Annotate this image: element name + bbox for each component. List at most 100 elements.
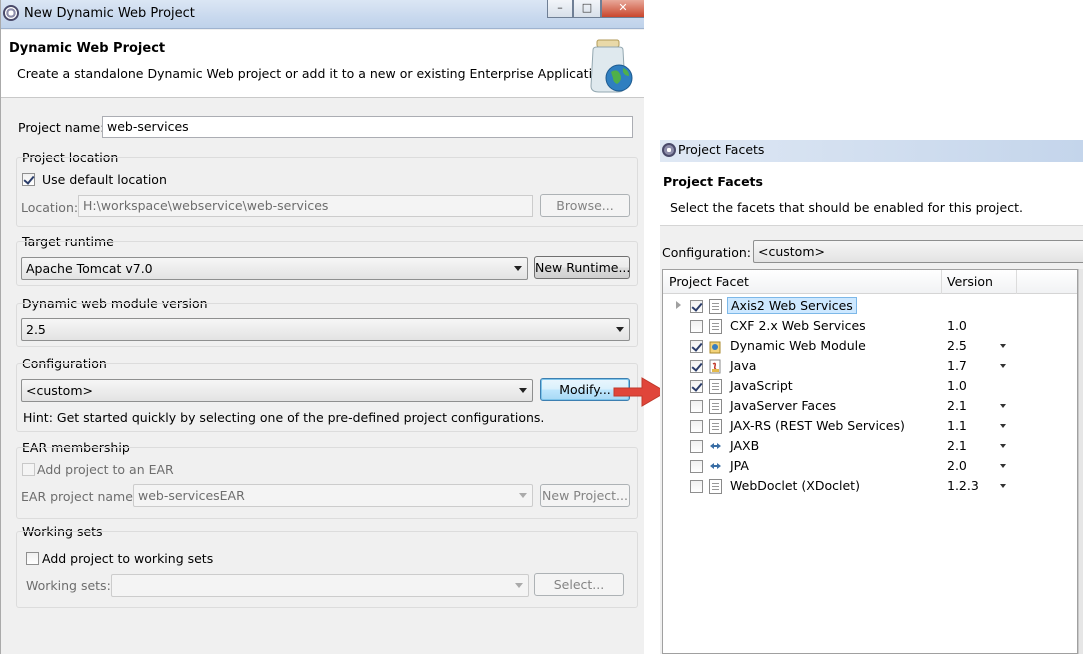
add-to-ear-label: Add project to an EAR [37,462,174,477]
facet-checkbox[interactable] [690,460,703,473]
facet-name: JAXB [730,438,760,453]
chevron-down-icon [519,388,527,393]
table-row[interactable]: JavaScript 1.0 [663,376,1077,396]
facet-version: 1.2.3 [947,478,979,493]
window-title: New Dynamic Web Project [24,6,195,21]
facets-table-header: Project Facet Version [663,270,1077,294]
web-module-version-value: 2.5 [26,322,46,337]
facets-header: Project Facets Select the facets that sh… [660,162,1083,226]
facet-version: 2.1 [947,398,967,413]
new-runtime-button[interactable]: New Runtime... [534,256,630,279]
title-bar: New Dynamic Web Project – □ ✕ [1,0,644,29]
facet-checkbox[interactable] [690,400,703,413]
working-sets-select[interactable] [111,574,529,597]
table-scrollbar[interactable] [1078,269,1083,654]
facet-column-header[interactable]: Project Facet [669,274,749,289]
table-row[interactable]: JAX-RS (REST Web Services) 1.1 [663,416,1077,436]
facet-checkbox[interactable] [690,340,703,353]
target-runtime-select[interactable]: Apache Tomcat v7.0 [21,257,528,280]
version-dropdown-icon[interactable] [1000,344,1006,348]
eclipse-icon [3,5,19,21]
web-module-icon [709,341,721,354]
facet-checkbox[interactable] [690,480,703,493]
version-dropdown-icon[interactable] [1000,364,1006,368]
table-row[interactable]: Axis2 Web Services [663,296,1077,316]
chevron-down-icon [616,327,624,332]
version-column-header[interactable]: Version [947,274,993,289]
table-row[interactable]: Java 1.7 [663,356,1077,376]
table-row[interactable]: Dynamic Web Module 2.5 [663,336,1077,356]
facets-header-title: Project Facets [663,174,763,189]
configuration-value: <custom> [26,383,93,398]
document-icon [709,419,722,434]
use-default-location-checkbox[interactable] [22,173,35,186]
version-dropdown-icon[interactable] [1000,464,1006,468]
arrows-icon [710,463,721,469]
facet-name: JPA [730,458,749,473]
ear-project-name-label: EAR project name: [21,489,138,504]
facets-header-description: Select the facets that should be enabled… [670,200,1023,215]
chevron-down-icon [514,266,522,271]
java-icon [709,359,721,374]
facets-configuration-value: <custom> [758,244,825,259]
facet-version: 2.1 [947,438,967,453]
facet-checkbox[interactable] [690,420,703,433]
eclipse-icon [662,143,676,157]
table-row[interactable]: JPA 2.0 [663,456,1077,476]
ear-membership-group [16,447,638,519]
version-dropdown-icon[interactable] [1000,424,1006,428]
ear-project-name-value: web-servicesEAR [138,488,245,503]
facet-version: 2.5 [947,338,967,353]
version-dropdown-icon[interactable] [1000,484,1006,488]
expand-arrow-icon[interactable] [676,301,681,309]
facet-checkbox[interactable] [690,300,703,313]
facets-title-bar: Project Facets [660,140,1083,162]
web-module-version-select[interactable]: 2.5 [21,318,630,341]
wizard-header: Dynamic Web Project Create a standalone … [1,30,644,98]
table-row[interactable]: CXF 2.x Web Services 1.0 [663,316,1077,336]
header-title: Dynamic Web Project [9,41,166,56]
add-to-working-sets-label: Add project to working sets [42,551,214,566]
new-dynamic-web-project-dialog: New Dynamic Web Project – □ ✕ Dynamic We… [0,0,644,654]
ear-project-name-select[interactable]: web-servicesEAR [133,484,533,507]
add-to-ear-checkbox[interactable] [22,463,35,476]
facet-name: CXF 2.x Web Services [730,318,866,333]
configuration-select[interactable]: <custom> [21,379,533,402]
minimize-button[interactable]: – [547,0,573,18]
close-button[interactable]: ✕ [601,0,644,18]
table-row[interactable]: JAXB 2.1 [663,436,1077,456]
facet-checkbox[interactable] [690,440,703,453]
facet-version: 1.0 [947,318,967,333]
maximize-button[interactable]: □ [573,0,601,18]
facet-checkbox[interactable] [690,380,703,393]
version-dropdown-icon[interactable] [1000,404,1006,408]
arrows-icon [710,443,721,449]
location-input[interactable]: H:\workspace\webservice\web-services [78,195,533,217]
table-row[interactable]: WebDoclet (XDoclet) 1.2.3 [663,476,1077,496]
new-project-button[interactable]: New Project... [540,484,630,507]
table-row[interactable]: JavaServer Faces 2.1 [663,396,1077,416]
project-facets-dialog: Project Facets Project Facets Select the… [660,140,1083,654]
facets-configuration-select[interactable]: <custom> [753,240,1083,263]
facets-window-title: Project Facets [678,142,765,157]
working-sets-label: Working sets: [26,578,111,593]
facet-version: 1.0 [947,378,967,393]
browse-button[interactable]: Browse... [540,194,630,217]
version-dropdown-icon[interactable] [1000,444,1006,448]
add-to-working-sets-checkbox[interactable] [26,552,39,565]
target-runtime-value: Apache Tomcat v7.0 [26,261,153,276]
facets-configuration-label: Configuration: [662,245,751,260]
facet-version: 1.1 [947,418,967,433]
configuration-hint: Hint: Get started quickly by selecting o… [23,410,545,425]
facet-checkbox[interactable] [690,320,703,333]
facet-name: JAX-RS (REST Web Services) [730,418,905,433]
project-name-input[interactable]: web-services [102,116,633,138]
facet-name: JavaScript [730,378,793,393]
document-icon [709,479,722,494]
location-label: Location: [21,200,79,215]
facet-checkbox[interactable] [690,360,703,373]
select-button[interactable]: Select... [534,573,624,596]
column-divider [1016,270,1017,294]
facet-name: JavaServer Faces [730,398,837,413]
facet-version: 2.0 [947,458,967,473]
